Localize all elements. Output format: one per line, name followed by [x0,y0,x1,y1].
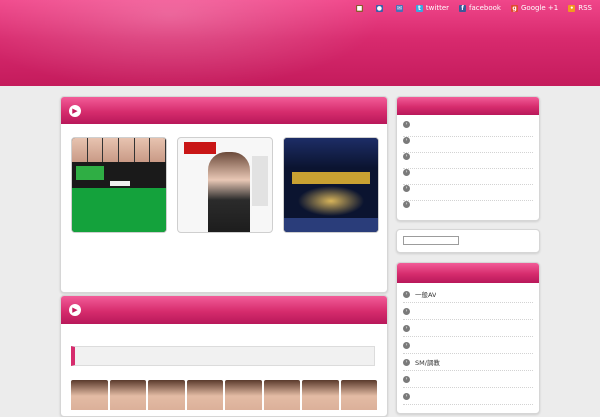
google-plus-icon: g [511,4,518,12]
list-item[interactable]: › [403,185,533,201]
chevron-right-icon: ▶ [69,104,81,117]
list-item[interactable]: › [403,153,533,169]
top-nav-rss[interactable]: • RSS [568,4,592,12]
sidebar-link-list: › › › › › › [397,115,539,216]
facebook-icon: f [459,4,467,12]
rss-icon: • [568,4,576,12]
chevron-right-icon: › [403,185,410,192]
site-card-1[interactable] [71,137,167,274]
thumbnail-image[interactable] [186,380,223,410]
article-subheading [71,346,375,366]
category-label[interactable]: SM/調教 [415,357,440,367]
top-nav-label: RSS [578,4,592,12]
category-item[interactable]: › [403,303,533,320]
user-icon: ● [375,4,383,12]
thumbnail-image[interactable] [340,380,377,410]
article-thumbnails [71,380,377,410]
chevron-right-icon: › [403,307,410,315]
panel-header: ▶ [61,97,387,124]
chevron-right-icon: › [403,137,410,144]
top-nav-label: twitter [425,4,450,12]
card-description [283,247,383,274]
top-nav-google-plus[interactable]: g Google +1 [511,4,558,12]
card-title[interactable] [71,238,167,246]
top-nav-label: Google +1 [521,4,559,12]
sidebar-links-panel: › › › › › › [396,96,540,221]
chevron-right-icon: › [403,375,410,383]
top-nav-item-2[interactable]: ● [375,4,386,12]
card-thumbnail[interactable] [71,137,167,233]
top-nav-label: facebook [469,4,501,12]
category-item[interactable]: › SM/調教 [403,354,533,371]
list-item[interactable]: › [403,169,533,185]
thumbnail-image[interactable] [109,380,146,410]
sidebar-categories-panel: › 一般AV › › › › SM/調教 › › [396,262,540,414]
panel-header [397,263,539,283]
thumbnail-image[interactable] [225,380,262,410]
top-nav-item-3[interactable]: ✉ [395,4,406,12]
card-row [71,137,379,274]
panel-header [397,97,539,115]
document-icon: ■ [355,4,363,12]
category-label[interactable]: 一般AV [415,289,436,299]
twitter-icon: t [415,4,423,12]
card-thumbnail[interactable] [177,137,273,233]
page-body: ▶ ▶ › › › › › › › 一般AV › › › › SM/調教 › › [0,86,600,417]
chevron-right-icon: › [403,121,410,128]
thumbnail-image[interactable] [263,380,300,410]
category-item[interactable]: › [403,337,533,354]
chevron-right-icon: › [403,324,410,332]
chevron-right-icon: › [403,358,410,366]
category-list: › 一般AV › › › › SM/調教 › › [397,283,539,405]
chevron-right-icon: › [403,290,410,298]
top-nav-facebook[interactable]: f facebook [459,4,501,12]
card-title[interactable] [177,238,273,246]
chevron-right-icon: › [403,201,410,208]
category-item[interactable]: › 一般AV [403,286,533,303]
category-item[interactable]: › [403,371,533,388]
category-item[interactable]: › [403,320,533,337]
panel-header: ▶ [61,296,387,324]
list-item[interactable]: › [403,201,533,216]
thumbnail-image[interactable] [71,380,108,410]
list-item[interactable]: › [403,121,533,137]
top-nav-twitter[interactable]: t twitter [415,4,450,12]
article-panel: ▶ [60,295,388,417]
site-description [50,46,390,70]
top-nav-item-1[interactable]: ■ [355,4,366,12]
search-box [396,229,540,253]
top-nav: ■ ● ✉ t twitter f facebook g Google +1 •… [355,2,592,14]
chevron-right-icon: › [403,392,410,400]
category-item[interactable]: › [403,388,533,405]
featured-panel: ▶ [60,96,388,293]
list-item[interactable]: › [403,137,533,153]
search-input[interactable] [403,236,459,245]
thumbnail-image[interactable] [148,380,185,410]
chevron-right-icon: › [403,153,410,160]
card-description [177,247,273,274]
card-title[interactable] [283,238,379,246]
site-card-3[interactable] [283,137,379,274]
card-description [71,247,167,274]
chevron-right-icon: ▶ [69,304,81,316]
chevron-right-icon: › [403,341,410,349]
chevron-right-icon: › [403,169,410,176]
thumbnail-image[interactable] [302,380,339,410]
card-thumbnail[interactable] [283,137,379,233]
site-header: ■ ● ✉ t twitter f facebook g Google +1 •… [0,0,600,86]
site-card-2[interactable] [177,137,273,274]
mail-icon: ✉ [395,4,403,12]
